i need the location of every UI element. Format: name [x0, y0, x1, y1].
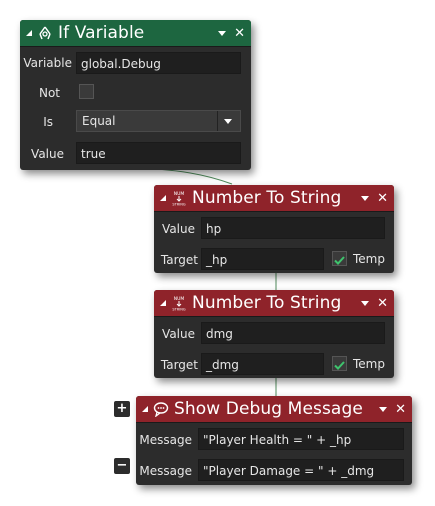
- target-label: Target: [160, 358, 198, 372]
- checkmark-icon: [334, 256, 345, 265]
- number-to-string-header[interactable]: NUM STRING Number To String ✕: [154, 185, 394, 212]
- show-debug-message-header[interactable]: Show Debug Message ✕: [136, 396, 412, 423]
- action-title: Number To String: [192, 293, 342, 313]
- collapse-icon[interactable]: [142, 406, 148, 412]
- is-selected-value: Equal: [82, 114, 116, 128]
- if-variable-header[interactable]: If Variable ✕: [20, 20, 251, 47]
- temp-label: Temp: [353, 252, 385, 266]
- close-icon[interactable]: ✕: [395, 403, 406, 416]
- not-checkbox[interactable]: [79, 84, 94, 99]
- number-to-string-action-1[interactable]: NUM STRING Number To String ✕ Value hp T…: [154, 185, 394, 273]
- variable-label: Variable: [23, 56, 72, 70]
- checkmark-icon: [334, 361, 345, 370]
- value-label: Value: [162, 327, 195, 341]
- target-label: Target: [160, 253, 198, 267]
- message-field-2[interactable]: "Player Damage = " + _dmg: [198, 459, 404, 481]
- is-dropdown[interactable]: Equal: [76, 110, 241, 132]
- message-label: Message: [139, 433, 192, 447]
- target-field[interactable]: _hp: [201, 248, 324, 270]
- close-icon[interactable]: ✕: [377, 297, 388, 310]
- message-label: Message: [139, 464, 192, 478]
- add-argument-button[interactable]: +: [114, 401, 130, 417]
- temp-label: Temp: [353, 357, 385, 371]
- menu-arrow-icon[interactable]: [218, 30, 227, 36]
- value-field[interactable]: hp: [201, 217, 385, 239]
- value-label: Value: [162, 222, 195, 236]
- num-to-string-icon: NUM STRING: [172, 296, 185, 312]
- message-field-1[interactable]: "Player Health = " + _hp: [198, 428, 404, 450]
- chevron-down-icon[interactable]: [217, 111, 240, 131]
- target-field[interactable]: _dmg: [201, 353, 324, 375]
- value-label: Value: [31, 147, 64, 161]
- remove-argument-button[interactable]: −: [114, 458, 130, 474]
- is-label: Is: [43, 115, 53, 129]
- if-variable-icon: [39, 26, 51, 40]
- collapse-icon[interactable]: [160, 300, 166, 306]
- action-title: Show Debug Message: [174, 399, 363, 419]
- variable-field[interactable]: global.Debug: [76, 52, 241, 74]
- close-icon[interactable]: ✕: [234, 27, 245, 40]
- temp-checkbox[interactable]: [332, 251, 347, 266]
- num-to-string-icon: NUM STRING: [172, 191, 185, 207]
- number-to-string-action-2[interactable]: NUM STRING Number To String ✕ Value dmg …: [154, 290, 394, 378]
- show-debug-message-action[interactable]: Show Debug Message ✕ Message "Player Hea…: [136, 396, 412, 485]
- action-title: If Variable: [58, 23, 145, 43]
- collapse-icon[interactable]: [160, 195, 166, 201]
- menu-arrow-icon[interactable]: [361, 300, 370, 306]
- value-field[interactable]: true: [76, 142, 241, 164]
- svg-text:STRING: STRING: [172, 203, 185, 207]
- not-label: Not: [38, 86, 60, 100]
- svg-text:STRING: STRING: [172, 308, 185, 312]
- number-to-string-header[interactable]: NUM STRING Number To String ✕: [154, 290, 394, 317]
- if-variable-action[interactable]: If Variable ✕ Variable global.Debug Not …: [20, 20, 251, 170]
- speech-bubble-icon: [153, 402, 169, 417]
- action-title: Number To String: [192, 188, 342, 208]
- menu-arrow-icon[interactable]: [379, 406, 388, 412]
- temp-checkbox[interactable]: [332, 356, 347, 371]
- value-field[interactable]: dmg: [201, 322, 385, 344]
- close-icon[interactable]: ✕: [377, 192, 388, 205]
- collapse-icon[interactable]: [26, 30, 32, 36]
- menu-arrow-icon[interactable]: [361, 195, 370, 201]
